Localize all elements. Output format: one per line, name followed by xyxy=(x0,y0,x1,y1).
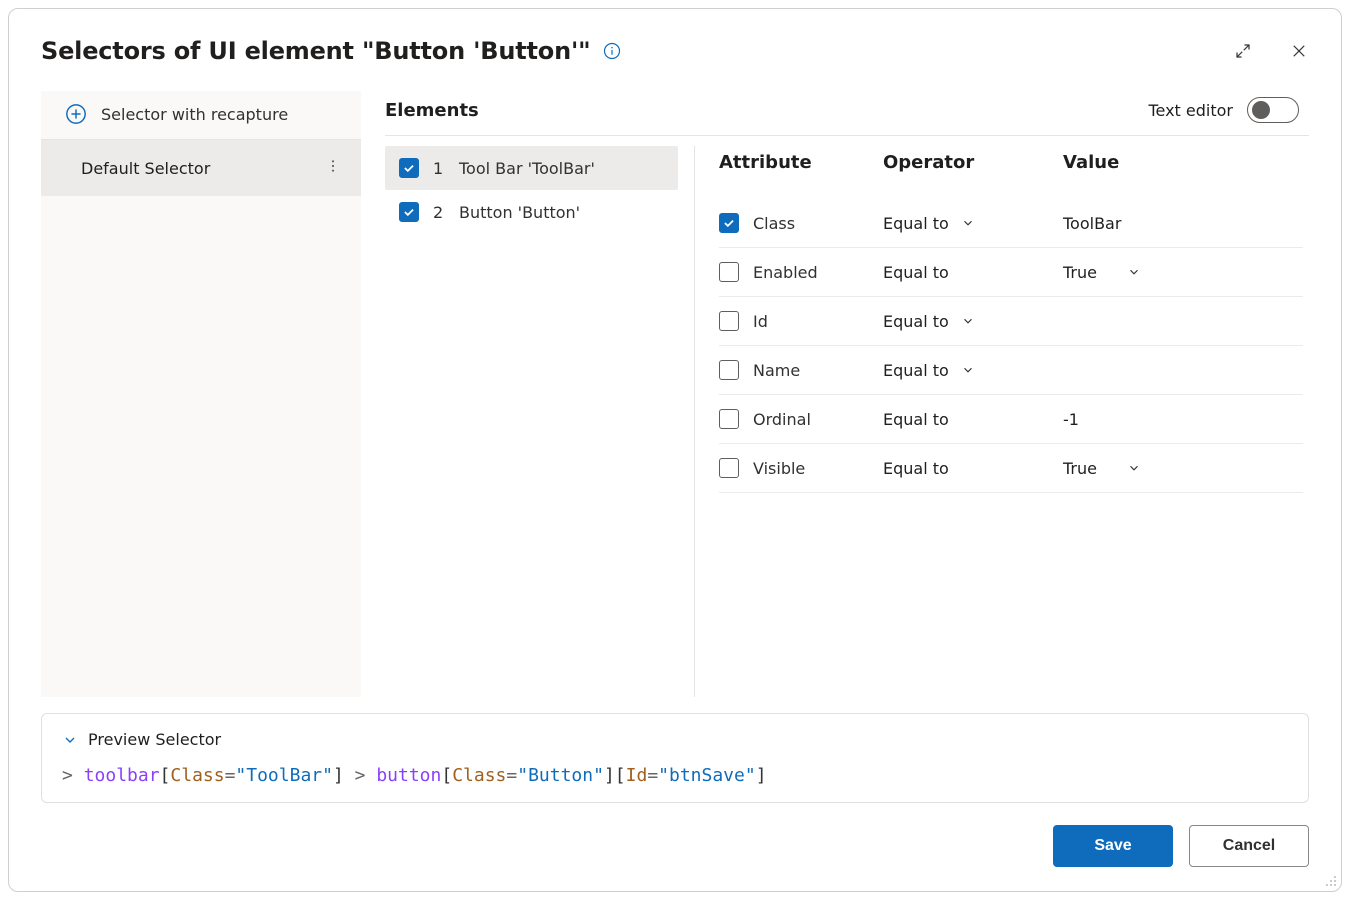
attribute-row: ClassEqual to ToolBar xyxy=(719,199,1303,248)
attribute-checkbox[interactable] xyxy=(719,213,739,233)
attribute-checkbox[interactable] xyxy=(719,311,739,331)
attribute-row: IdEqual to xyxy=(719,297,1303,346)
value-field[interactable]: ToolBar xyxy=(1063,214,1303,233)
elements-pane: 1 Tool Bar 'ToolBar' 2 Button 'Button' xyxy=(385,146,695,697)
attribute-name: Class xyxy=(753,214,883,233)
preview-token: ] xyxy=(604,765,615,786)
preview-token: button xyxy=(376,765,441,786)
operator-dropdown[interactable]: Equal to xyxy=(883,214,1063,233)
element-row[interactable]: 2 Button 'Button' xyxy=(385,190,678,234)
selectors-sidebar: Selector with recapture Default Selector xyxy=(41,91,361,697)
operator-dropdown[interactable]: Equal to xyxy=(883,459,1063,478)
selector-list-item[interactable]: Default Selector xyxy=(41,140,361,196)
attribute-name: Enabled xyxy=(753,263,883,282)
element-index: 1 xyxy=(433,159,445,178)
preview-selector-panel: Preview Selector > toolbar[Class="ToolBa… xyxy=(41,713,1309,803)
value-field[interactable]: -1 xyxy=(1063,410,1303,429)
element-name: Button 'Button' xyxy=(459,203,580,222)
cancel-button[interactable]: Cancel xyxy=(1189,825,1309,867)
recapture-label: Selector with recapture xyxy=(101,105,288,124)
preview-selector-code: > toolbar[Class="ToolBar"] > button[Clas… xyxy=(62,765,1288,786)
attribute-checkbox[interactable] xyxy=(719,458,739,478)
element-checkbox[interactable] xyxy=(399,158,419,178)
attribute-name: Ordinal xyxy=(753,410,883,429)
element-checkbox[interactable] xyxy=(399,202,419,222)
preview-token: "Button" xyxy=(517,765,604,786)
attribute-value: True xyxy=(1063,263,1097,282)
value-column-header: Value xyxy=(1063,152,1303,173)
maximize-icon[interactable] xyxy=(1233,41,1253,61)
operator-column-header: Operator xyxy=(883,152,1063,173)
preview-token: "btnSave" xyxy=(658,765,756,786)
attribute-value: ToolBar xyxy=(1063,214,1121,233)
preview-token: ] xyxy=(756,765,767,786)
selector-builder-window: Selectors of UI element "Button 'Button'… xyxy=(8,8,1342,892)
operator-value: Equal to xyxy=(883,312,949,331)
info-icon[interactable] xyxy=(602,41,622,61)
attribute-checkbox[interactable] xyxy=(719,409,739,429)
text-editor-label: Text editor xyxy=(1148,101,1233,120)
element-row[interactable]: 1 Tool Bar 'ToolBar' xyxy=(385,146,678,190)
preview-token: = xyxy=(506,765,517,786)
resize-grip-icon[interactable] xyxy=(1325,875,1337,887)
preview-label: Preview Selector xyxy=(88,730,221,749)
preview-toggle[interactable]: Preview Selector xyxy=(62,730,1288,749)
preview-token: [ xyxy=(615,765,626,786)
attribute-value: True xyxy=(1063,459,1097,478)
text-editor-toggle[interactable] xyxy=(1247,97,1299,123)
preview-token: > xyxy=(62,765,84,786)
attribute-checkbox[interactable] xyxy=(719,360,739,380)
operator-dropdown[interactable]: Equal to xyxy=(883,361,1063,380)
value-field[interactable]: True xyxy=(1063,263,1303,282)
preview-token: [ xyxy=(441,765,452,786)
preview-token: [ xyxy=(160,765,171,786)
selector-name: Default Selector xyxy=(81,159,210,178)
attribute-row: EnabledEqual to True xyxy=(719,248,1303,297)
save-button[interactable]: Save xyxy=(1053,825,1173,867)
preview-token: toolbar xyxy=(84,765,160,786)
close-icon[interactable] xyxy=(1289,41,1309,61)
attribute-row: OrdinalEqual to -1 xyxy=(719,395,1303,444)
titlebar: Selectors of UI element "Button 'Button'… xyxy=(41,37,1309,65)
selector-more-icon[interactable] xyxy=(321,154,345,182)
element-name: Tool Bar 'ToolBar' xyxy=(459,159,595,178)
attribute-checkbox[interactable] xyxy=(719,262,739,282)
operator-value: Equal to xyxy=(883,410,949,429)
preview-token: = xyxy=(225,765,236,786)
operator-dropdown[interactable]: Equal to xyxy=(883,263,1063,282)
preview-token: ] xyxy=(333,765,344,786)
operator-value: Equal to xyxy=(883,361,949,380)
attributes-pane: Attribute Operator Value ClassEqual toTo… xyxy=(695,146,1309,697)
preview-token: Class xyxy=(452,765,506,786)
attribute-row: VisibleEqual to True xyxy=(719,444,1303,493)
attribute-name: Name xyxy=(753,361,883,380)
operator-dropdown[interactable]: Equal to xyxy=(883,312,1063,331)
value-field[interactable]: True xyxy=(1063,459,1303,478)
selector-with-recapture-button[interactable]: Selector with recapture xyxy=(41,91,361,140)
attribute-row: NameEqual to xyxy=(719,346,1303,395)
preview-token: > xyxy=(344,765,377,786)
operator-value: Equal to xyxy=(883,214,949,233)
attribute-column-header: Attribute xyxy=(719,152,883,173)
preview-token: "ToolBar" xyxy=(235,765,333,786)
preview-token: Class xyxy=(170,765,224,786)
window-title: Selectors of UI element "Button 'Button'… xyxy=(41,37,590,65)
element-index: 2 xyxy=(433,203,445,222)
attributes-header: Attribute Operator Value xyxy=(719,146,1303,199)
operator-value: Equal to xyxy=(883,263,949,282)
attribute-name: Visible xyxy=(753,459,883,478)
operator-value: Equal to xyxy=(883,459,949,478)
attribute-value: -1 xyxy=(1063,410,1079,429)
operator-dropdown[interactable]: Equal to xyxy=(883,410,1063,429)
preview-token: = xyxy=(647,765,658,786)
attribute-name: Id xyxy=(753,312,883,331)
preview-token: Id xyxy=(626,765,648,786)
elements-heading: Elements xyxy=(385,100,479,121)
